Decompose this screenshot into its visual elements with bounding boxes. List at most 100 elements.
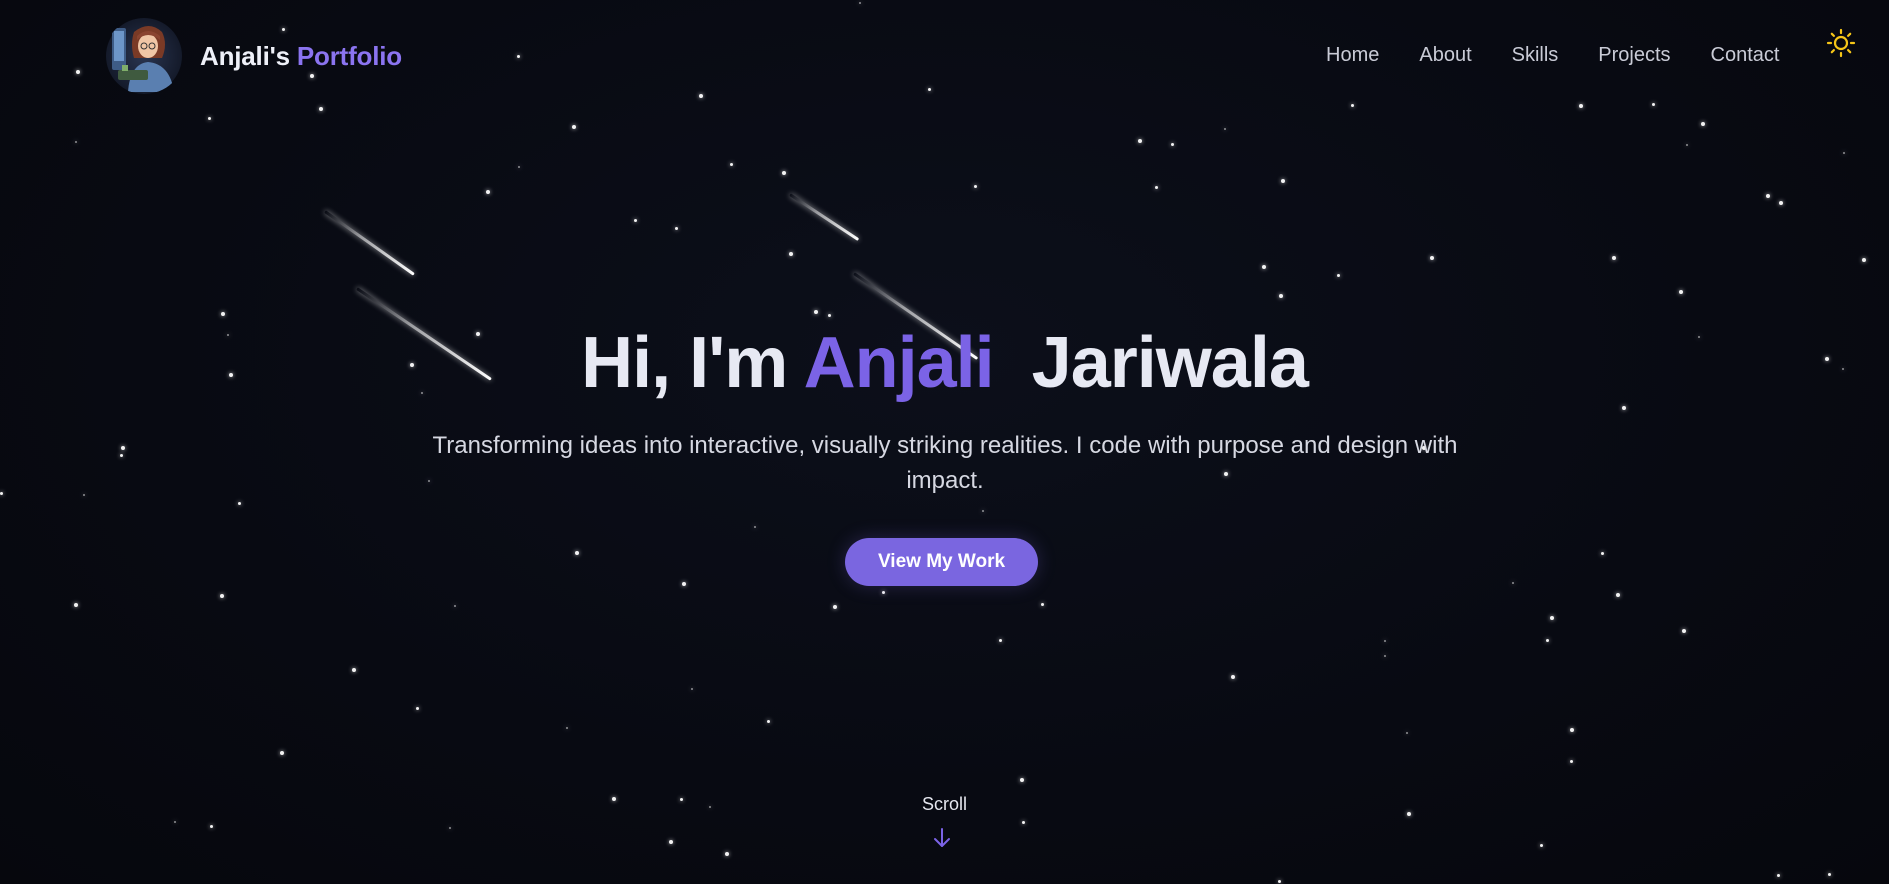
star [691, 688, 693, 690]
nav-item-about[interactable]: About [1419, 44, 1471, 67]
star [575, 551, 579, 555]
nav-item-contact[interactable]: Contact [1711, 44, 1780, 67]
brand-accent: Portfolio [296, 40, 402, 71]
site-header: Anjali's Portfolio Home About Skills Pro… [0, 0, 1889, 112]
star [221, 312, 225, 316]
star [1281, 179, 1285, 183]
main-nav: Home About Skills Projects Contact [1326, 44, 1779, 67]
star [1406, 732, 1408, 734]
star [449, 827, 451, 829]
scroll-label[interactable]: Scroll [0, 794, 1889, 815]
star [1279, 294, 1283, 298]
star [675, 227, 678, 230]
star [882, 591, 885, 594]
star [1682, 629, 1686, 633]
star [1384, 655, 1386, 657]
hero-title: Hi, I'm Anjali Jariwala [0, 322, 1889, 404]
star [1550, 616, 1554, 620]
star [210, 825, 213, 828]
star [1601, 552, 1604, 555]
star [1540, 844, 1543, 847]
star [1546, 639, 1549, 642]
star [682, 582, 686, 586]
star [1155, 186, 1158, 189]
star [1430, 256, 1434, 260]
star [416, 707, 419, 710]
hero-greeting: Hi, I'm [581, 323, 788, 403]
brand-title: Anjali's Portfolio [200, 41, 402, 72]
star [454, 605, 456, 607]
star [828, 314, 831, 317]
shooting-star [789, 193, 859, 241]
star [767, 720, 770, 723]
nav-item-skills[interactable]: Skills [1512, 44, 1559, 67]
star [982, 510, 984, 512]
star [782, 171, 786, 175]
shooting-star [324, 210, 415, 276]
star [1679, 290, 1683, 294]
star [486, 190, 490, 194]
star [754, 526, 756, 528]
star [730, 163, 733, 166]
star [0, 492, 3, 495]
star [1616, 593, 1620, 597]
star [1828, 873, 1831, 876]
star [833, 605, 837, 609]
hero-first-name: Anjali [803, 323, 995, 403]
star [1041, 603, 1044, 606]
star [1570, 728, 1574, 732]
brand[interactable]: Anjali's Portfolio [104, 18, 402, 94]
star [174, 821, 176, 823]
star [634, 219, 637, 222]
star [74, 603, 78, 607]
star [1171, 143, 1174, 146]
star [121, 446, 125, 450]
hero-last-name: Jariwala [1031, 323, 1309, 403]
star [1686, 144, 1688, 146]
view-my-work-button[interactable]: View My Work [845, 538, 1038, 586]
star [280, 751, 284, 755]
star [1843, 152, 1845, 154]
star [120, 454, 123, 457]
star [1224, 128, 1226, 130]
star [1020, 778, 1024, 782]
star [83, 494, 85, 496]
star [572, 125, 576, 129]
star [1337, 274, 1340, 277]
star [974, 185, 977, 188]
star [814, 310, 818, 314]
nav-item-projects[interactable]: Projects [1598, 44, 1670, 67]
star [1862, 258, 1866, 262]
page: Anjali's Portfolio Home About Skills Pro… [0, 0, 1889, 884]
nav-item-home[interactable]: Home [1326, 44, 1379, 67]
star [208, 117, 211, 120]
star [238, 502, 241, 505]
star [1022, 821, 1025, 824]
star [1512, 582, 1514, 584]
star [669, 840, 673, 844]
developer-avatar-icon [104, 18, 184, 94]
sun-icon [1826, 28, 1856, 58]
star [1777, 874, 1780, 877]
star [725, 852, 729, 856]
star [1612, 256, 1616, 260]
star [1138, 139, 1142, 143]
brand-name: Anjali's [200, 40, 290, 71]
star [1766, 194, 1770, 198]
star [1384, 640, 1386, 642]
hero-tagline: Transforming ideas into interactive, vis… [432, 432, 1458, 494]
star [1278, 880, 1281, 883]
star [352, 668, 356, 672]
star [518, 166, 520, 168]
star [1231, 675, 1235, 679]
star [789, 252, 793, 256]
arrow-down-icon[interactable] [932, 826, 952, 850]
star [1570, 760, 1573, 763]
theme-toggle-button[interactable] [1826, 28, 1856, 58]
star [220, 594, 224, 598]
star [566, 727, 568, 729]
star [1262, 265, 1266, 269]
star [1622, 406, 1626, 410]
star [1779, 201, 1783, 205]
star [75, 141, 77, 143]
